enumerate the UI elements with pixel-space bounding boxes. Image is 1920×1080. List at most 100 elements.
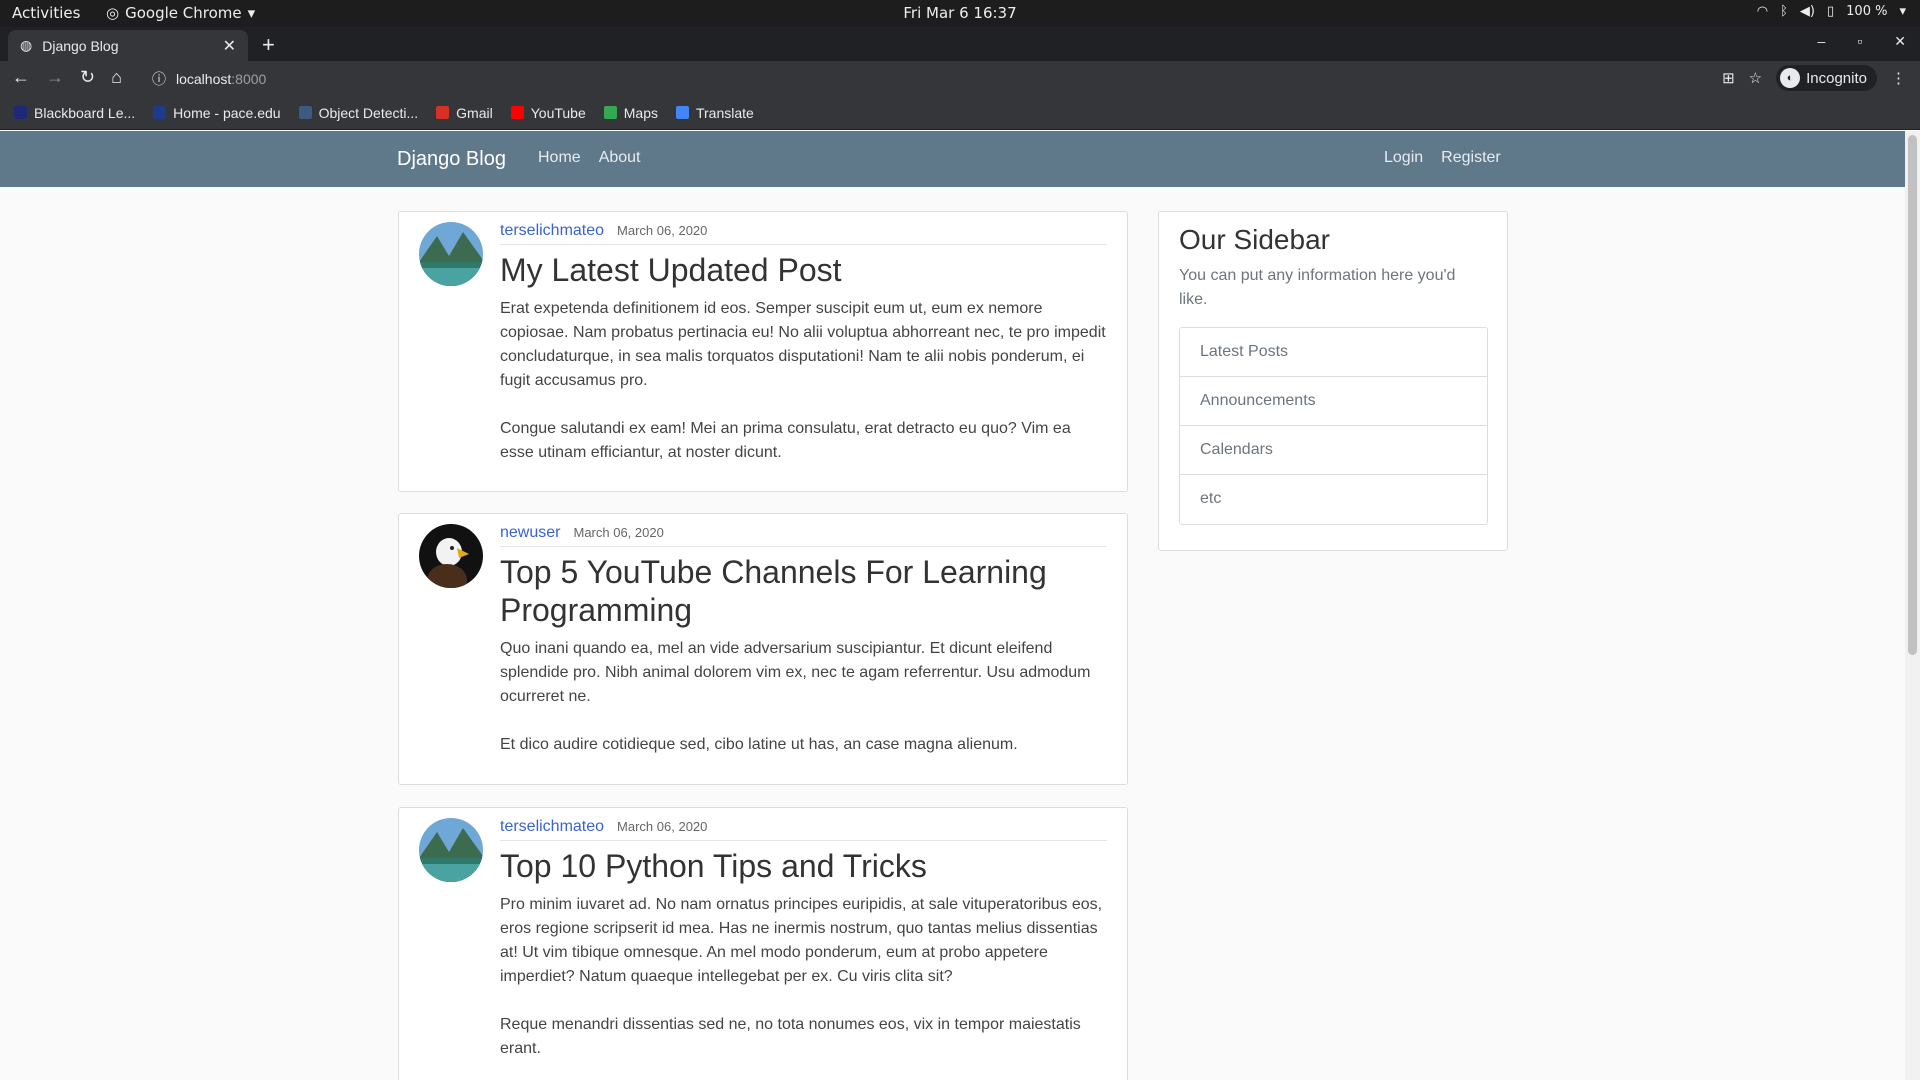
bookmark-label: Object Detecti... xyxy=(318,104,419,121)
url-host: localhost xyxy=(176,70,232,87)
info-icon[interactable]: ⓘ xyxy=(152,69,166,89)
post-body: terselichmateo March 06, 2020 Top 10 Pyt… xyxy=(500,818,1107,1061)
tab-strip: ◍ Django Blog ✕ + – ▫ ✕ xyxy=(0,27,1920,61)
post-paragraph: Quo inani quando ea, mel an vide adversa… xyxy=(500,640,1091,705)
nav-buttons: ← → ↻ ⌂ xyxy=(12,67,122,88)
post-paragraph: Et dico audire cotidieque sed, cibo lati… xyxy=(500,736,1018,753)
youtube-icon xyxy=(510,106,524,119)
sidebar-item-calendars[interactable]: Calendars xyxy=(1180,426,1487,475)
sidebar-list: Latest Posts Announcements Calendars etc xyxy=(1179,327,1488,525)
browser-tab[interactable]: ◍ Django Blog ✕ xyxy=(8,30,248,61)
menu-icon[interactable]: ⋮ xyxy=(1891,69,1906,87)
maximize-icon[interactable]: ▫ xyxy=(1857,33,1862,50)
bookmark-gmail[interactable]: Gmail xyxy=(436,105,493,121)
sidebar-title: Our Sidebar xyxy=(1179,224,1330,255)
post-card: terselichmateo March 06, 2020 Top 10 Pyt… xyxy=(398,807,1128,1080)
bookmark-label: Gmail xyxy=(456,104,493,121)
bookmark-maps[interactable]: Maps xyxy=(603,104,658,121)
nav-about-link[interactable]: About xyxy=(599,149,641,167)
back-icon[interactable]: ← xyxy=(12,67,30,88)
avatar xyxy=(419,818,483,882)
pace-icon xyxy=(153,106,167,119)
system-tray[interactable]: ◠ ᛒ ◀) ▯ 100 % ▾ xyxy=(1757,4,1906,19)
scrollbar-thumb[interactable] xyxy=(1908,135,1917,655)
post-title-link[interactable]: Top 5 YouTube Channels For Learning Prog… xyxy=(500,553,1107,629)
bookmark-label: Home - pace.edu xyxy=(173,104,281,121)
post-body: terselichmateo March 06, 2020 My Latest … xyxy=(500,222,1107,465)
post-date: March 06, 2020 xyxy=(617,223,708,238)
auth-links: Login Register xyxy=(1384,149,1501,167)
post-author-link[interactable]: terselichmateo xyxy=(500,222,604,240)
minimize-icon[interactable]: – xyxy=(1818,33,1826,50)
translate-icon xyxy=(675,106,689,119)
post-paragraph: Erat expetenda definitionem id eos. Semp… xyxy=(500,300,1106,389)
post-author-link[interactable]: newuser xyxy=(500,524,560,542)
bookmark-label: YouTube xyxy=(530,104,586,121)
sidebar-item-latest-posts[interactable]: Latest Posts xyxy=(1180,328,1487,377)
bookmark-object-detection[interactable]: Object Detecti... xyxy=(298,104,419,121)
bookmark-label: Blackboard Le... xyxy=(34,104,136,121)
post-date: March 06, 2020 xyxy=(617,819,708,834)
sidebar-description: You can put any information here you'd l… xyxy=(1179,267,1456,308)
post-paragraph: Pro minim iuvaret ad. No nam ornatus pri… xyxy=(500,896,1103,985)
page-viewport: Django Blog Home About Login Register te… xyxy=(0,131,1905,1080)
avatar xyxy=(419,524,483,588)
post-meta: newuser March 06, 2020 xyxy=(500,524,1107,547)
post-paragraph: Congue salutandi ex eam! Mei an prima co… xyxy=(500,420,1071,461)
gmail-icon xyxy=(436,106,450,119)
translate-icon[interactable]: ⊞ xyxy=(1722,69,1735,87)
close-icon[interactable]: ✕ xyxy=(223,36,236,56)
document-icon xyxy=(298,106,312,119)
nav-links: Home About xyxy=(538,149,641,167)
close-window-icon[interactable]: ✕ xyxy=(1894,33,1906,50)
volume-icon: ◀) xyxy=(1799,4,1815,19)
tab-title: Django Blog xyxy=(42,37,119,54)
maps-icon xyxy=(603,106,617,119)
incognito-label: Incognito xyxy=(1806,69,1867,87)
post-date: March 06, 2020 xyxy=(573,525,664,540)
browser-toolbar: ← → ↻ ⌂ ⓘ localhost:8000 ⊞ ☆ ◐ Incognito… xyxy=(0,61,1920,96)
sidebar-item-announcements[interactable]: Announcements xyxy=(1180,377,1487,426)
globe-icon: ◍ xyxy=(20,37,33,53)
login-link[interactable]: Login xyxy=(1384,149,1423,167)
wifi-icon: ◠ xyxy=(1756,4,1769,19)
post-author-link[interactable]: terselichmateo xyxy=(500,818,604,836)
sidebar-item-etc[interactable]: etc xyxy=(1180,475,1487,524)
post-paragraph: Reque menandri dissentias sed ne, no tot… xyxy=(500,1016,1081,1057)
window-controls: – ▫ ✕ xyxy=(1818,33,1907,50)
bookmark-label: Translate xyxy=(695,104,754,121)
home-icon[interactable]: ⌂ xyxy=(111,67,122,88)
bookmark-label: Maps xyxy=(623,104,658,121)
bookmark-pace[interactable]: Home - pace.edu xyxy=(153,104,281,121)
system-top-bar: Activities ◎ Google Chrome ▾ Fri Mar 6 1… xyxy=(0,0,1920,27)
incognito-icon: ◐ xyxy=(1780,68,1801,88)
bookmarks-bar: Blackboard Le... Home - pace.edu Object … xyxy=(0,96,1920,130)
site-navbar: Django Blog Home About Login Register xyxy=(0,131,1905,187)
post-title-link[interactable]: Top 10 Python Tips and Tricks xyxy=(500,847,1107,885)
bookmark-youtube[interactable]: YouTube xyxy=(510,104,586,121)
post-card: newuser March 06, 2020 Top 5 YouTube Cha… xyxy=(398,513,1128,785)
post-title-link[interactable]: My Latest Updated Post xyxy=(500,251,1107,289)
nav-home-link[interactable]: Home xyxy=(538,149,581,167)
post-meta: terselichmateo March 06, 2020 xyxy=(500,222,1107,245)
toolbar-right: ⊞ ☆ ◐ Incognito ⋮ xyxy=(1722,65,1906,91)
reload-icon[interactable]: ↻ xyxy=(80,67,95,88)
clock[interactable]: Fri Mar 6 16:37 xyxy=(0,4,1920,22)
battery-level: 100 % xyxy=(1846,4,1888,19)
register-link[interactable]: Register xyxy=(1441,149,1501,167)
incognito-badge[interactable]: ◐ Incognito xyxy=(1776,65,1877,91)
chevron-down-icon: ▾ xyxy=(1899,4,1906,19)
new-tab-button[interactable]: + xyxy=(262,32,275,58)
forward-icon[interactable]: → xyxy=(46,67,64,88)
page-scrollbar[interactable] xyxy=(1905,131,1920,1080)
sidebar: Our Sidebar You can put any information … xyxy=(1158,211,1508,551)
address-bar[interactable]: ⓘ localhost:8000 xyxy=(140,64,1750,93)
site-brand[interactable]: Django Blog xyxy=(397,148,506,171)
star-icon[interactable]: ☆ xyxy=(1749,69,1762,87)
bookmark-translate[interactable]: Translate xyxy=(675,104,754,121)
blackboard-icon xyxy=(14,106,27,119)
post-body: newuser March 06, 2020 Top 5 YouTube Cha… xyxy=(500,524,1107,757)
battery-icon: ▯ xyxy=(1827,4,1835,19)
avatar xyxy=(419,222,483,286)
bookmark-blackboard[interactable]: Blackboard Le... xyxy=(14,105,135,121)
